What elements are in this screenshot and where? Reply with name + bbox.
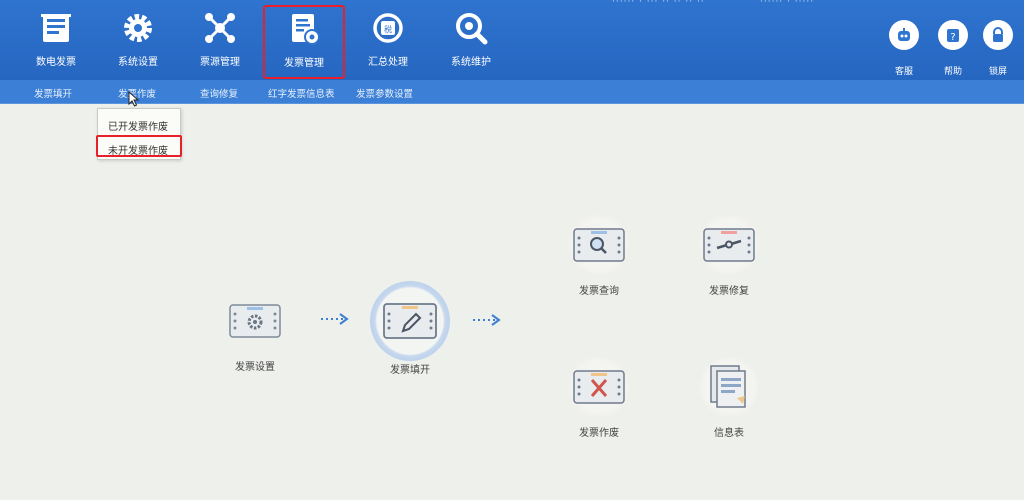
- dropdown-item-void-unissued[interactable]: 未开发票作废: [96, 135, 182, 157]
- arrow-right-icon: [321, 313, 349, 325]
- invoice-query-icon: [573, 228, 625, 262]
- robot-icon: [898, 28, 910, 41]
- top-status-left: ······ · ··· ·· ·· ·· ··: [612, 0, 705, 7]
- nav-summary-processing[interactable]: 税 汇总处理: [350, 6, 426, 76]
- flow-invoice-fill[interactable]: 发票填开: [370, 281, 450, 376]
- mouse-cursor-icon: [128, 91, 140, 107]
- subnav-invoice-fill[interactable]: 发票填开: [34, 86, 72, 100]
- nav-system-maintenance[interactable]: 系统维护: [433, 6, 509, 76]
- help-button[interactable]: ? 帮助: [933, 20, 973, 80]
- nav-label: 票源管理: [200, 57, 240, 68]
- lock-icon: [993, 27, 1003, 42]
- customer-service-button[interactable]: 客服: [884, 20, 924, 80]
- invoice-manage-icon: [292, 14, 320, 45]
- nav-label: 汇总处理: [368, 57, 408, 68]
- network-icon: [205, 13, 235, 43]
- sub-navigation-bar: 发票填开 发票作废 查询修复 红字发票信息表 发票参数设置: [0, 80, 1024, 104]
- invoice-settings-icon: [229, 304, 281, 338]
- flow-label: 发票作废: [579, 428, 619, 439]
- invoice-void-icon: [573, 370, 625, 404]
- nav-system-settings[interactable]: 系统设置: [100, 6, 176, 76]
- flow-label: 发票填开: [390, 365, 430, 376]
- lock-screen-button[interactable]: 锁屏: [978, 20, 1018, 80]
- flow-label: 发票修复: [709, 286, 749, 297]
- flow-info-table[interactable]: 信息表: [696, 356, 762, 439]
- invoice-repair-icon: [703, 228, 755, 262]
- flow-invoice-query[interactable]: 发票查询: [566, 214, 632, 297]
- flow-invoice-repair[interactable]: 发票修复: [696, 214, 762, 297]
- subnav-red-info[interactable]: 红字发票信息表: [268, 86, 335, 100]
- flow-invoice-settings[interactable]: 发票设置: [220, 296, 290, 373]
- svg-text:税: 税: [384, 24, 392, 34]
- invoice-edit-icon: [383, 303, 437, 339]
- invoice-icon: [41, 14, 71, 42]
- arrow-right-icon: [473, 314, 501, 326]
- right-button-label: 客服: [894, 67, 913, 77]
- void-dropdown-menu: 已开发票作废 未开发票作废: [96, 108, 182, 160]
- summary-icon: 税: [373, 13, 403, 43]
- subnav-invoice-params[interactable]: 发票参数设置: [356, 86, 413, 100]
- top-navigation-bar: ······ · ··· ·· ·· ·· ·· ······ · ····· …: [0, 0, 1024, 80]
- nav-label: 发票管理: [284, 58, 324, 69]
- nav-digital-invoice[interactable]: 数电发票: [18, 6, 94, 76]
- help-icon: ?: [947, 29, 959, 43]
- nav-ticket-source[interactable]: 票源管理: [182, 6, 258, 76]
- subnav-query-repair[interactable]: 查询修复: [200, 86, 238, 100]
- top-status-right: ······ · ·····: [760, 0, 815, 7]
- svg-text:?: ?: [950, 32, 955, 43]
- nav-label: 系统设置: [118, 57, 158, 68]
- gear-icon: [124, 14, 152, 42]
- flow-invoice-void[interactable]: 发票作废: [566, 356, 632, 439]
- flow-label: 信息表: [714, 428, 744, 439]
- right-button-label: 帮助: [943, 67, 962, 77]
- right-button-label: 锁屏: [988, 67, 1007, 77]
- dropdown-item-void-issued[interactable]: 已开发票作废: [98, 113, 182, 135]
- nav-label: 数电发票: [36, 57, 76, 68]
- flow-label: 发票查询: [579, 286, 619, 297]
- documents-icon: [710, 365, 746, 408]
- nav-invoice-management[interactable]: 发票管理: [263, 5, 345, 79]
- flow-label: 发票设置: [235, 362, 275, 373]
- nav-label: 系统维护: [451, 57, 491, 68]
- search-gear-icon: [456, 13, 488, 45]
